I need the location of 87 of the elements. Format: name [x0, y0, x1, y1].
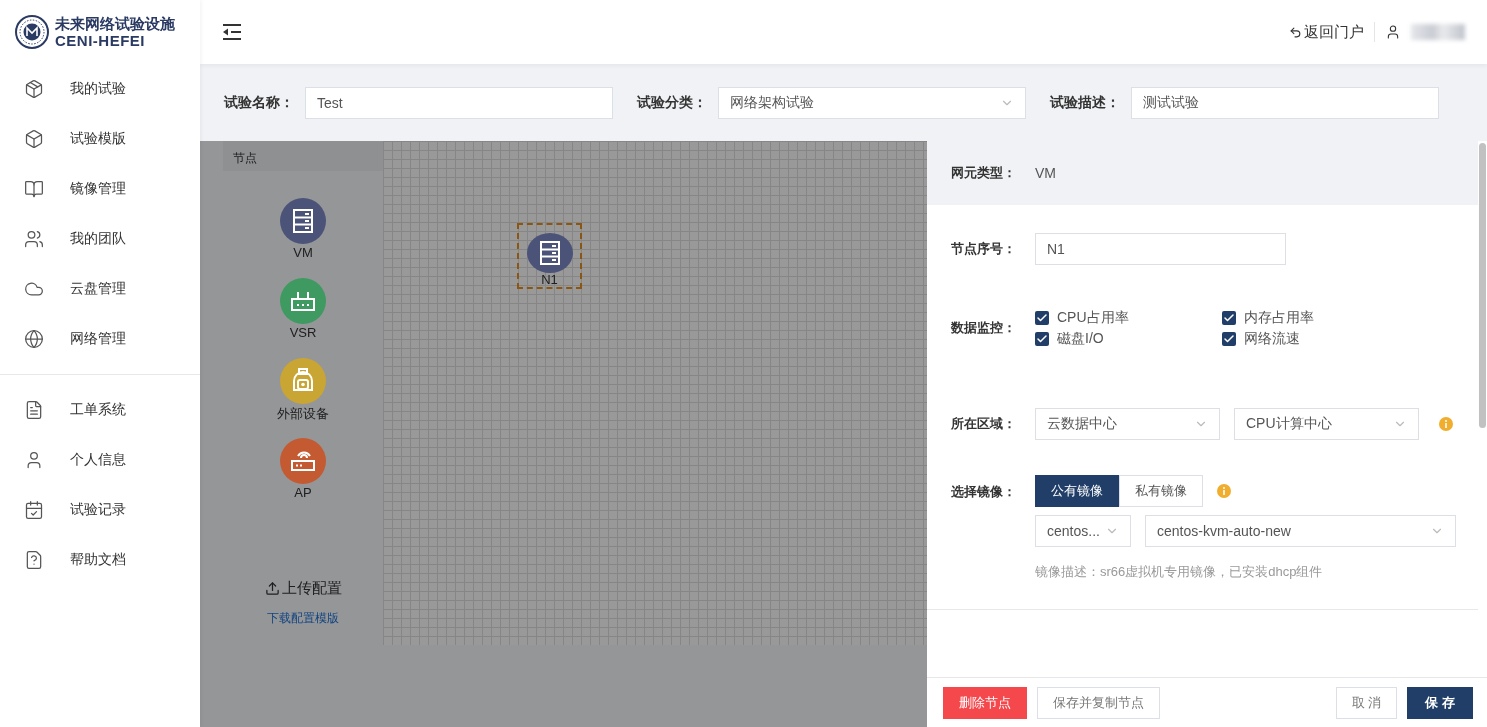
node-type-icon[interactable] — [280, 438, 326, 484]
back-to-portal-link[interactable]: 返回门户 — [1289, 22, 1364, 42]
field-label: 试验分类： — [637, 93, 708, 112]
checkbox[interactable] — [1222, 310, 1236, 325]
sidebar-item[interactable]: 云盘管理 — [0, 264, 200, 314]
sidebar-item-label: 试验模版 — [70, 130, 126, 148]
select-field[interactable]: 云数据中心 — [1035, 408, 1220, 440]
field-label: 所在区域： — [951, 415, 1017, 433]
sidebar-item[interactable]: 我的团队 — [0, 214, 200, 264]
sidebar-item-label: 镜像管理 — [70, 180, 126, 198]
logo-title: 未来网络试验设施 — [55, 16, 175, 31]
sidebar-item[interactable]: 试验记录 — [0, 485, 200, 535]
footer-button[interactable]: 保 存 — [1407, 686, 1473, 719]
sidebar-item[interactable]: 网络管理 — [0, 314, 200, 364]
sidebar-item-label: 云盘管理 — [70, 280, 126, 298]
nav-icon — [24, 550, 44, 570]
textarea-field[interactable]: 测试试验 — [1131, 86, 1439, 119]
checkbox[interactable] — [1222, 331, 1236, 346]
sidebar-item-label: 试验记录 — [70, 501, 126, 519]
image-tab[interactable]: 私有镜像 — [1119, 475, 1203, 507]
scrollbar-thumb[interactable] — [1479, 143, 1486, 428]
nav-icon — [24, 79, 44, 99]
field-label: 试验描述： — [1050, 93, 1121, 112]
sidebar-item[interactable]: 试验模版 — [0, 114, 200, 164]
router-icon — [289, 289, 317, 313]
sidebar-item-label: 网络管理 — [70, 330, 126, 348]
checkbox[interactable] — [1035, 331, 1049, 346]
check-icon — [1223, 311, 1235, 324]
node-type-label: VM — [293, 245, 313, 260]
user-icon[interactable] — [1385, 24, 1401, 40]
check-icon — [1223, 332, 1235, 345]
undo-icon — [1289, 25, 1302, 39]
node-type-icon[interactable] — [280, 198, 326, 244]
node-type-label: 外部设备 — [277, 405, 329, 423]
node-type-label: AP — [294, 485, 312, 500]
redacted-username — [1411, 24, 1465, 40]
sidebar-item-label: 个人信息 — [70, 451, 126, 469]
canvas-node[interactable]: N1 — [517, 223, 582, 289]
upload-icon — [264, 581, 280, 596]
upload-config-button[interactable]: 上传配置 — [264, 579, 342, 598]
node-type-icon[interactable] — [280, 358, 326, 404]
emblem-logo-icon — [15, 15, 49, 49]
footer-button[interactable]: 删除节点 — [943, 686, 1027, 719]
nav-icon — [24, 129, 44, 149]
image-description: 镜像描述：sr66虚拟机专用镜像，已安装dhcp组件 — [1035, 563, 1324, 581]
checkbox-option[interactable]: 内存占用率 — [1222, 308, 1402, 327]
field-label: 选择镜像： — [951, 483, 1017, 501]
checkbox-option[interactable]: 磁盘I/O — [1035, 329, 1222, 348]
checkbox[interactable] — [1035, 310, 1049, 325]
server-icon — [290, 208, 316, 234]
sidebar-item[interactable]: 我的试验 — [0, 64, 200, 114]
nav-icon — [24, 329, 44, 349]
select-field[interactable]: centos... — [1035, 515, 1131, 547]
image-tab[interactable]: 公有镜像 — [1035, 475, 1119, 507]
field-label: 试验名称： — [224, 93, 295, 112]
sidebar-item-label: 我的团队 — [70, 230, 126, 248]
footer-button[interactable]: 保存并复制节点 — [1037, 686, 1160, 719]
sidebar-item-label: 帮助文档 — [70, 551, 126, 569]
field-label: 网元类型： — [951, 164, 1017, 182]
nav-icon — [24, 500, 44, 520]
check-icon — [1036, 311, 1048, 324]
nav-icon — [24, 229, 44, 249]
input-field[interactable]: Test — [305, 86, 613, 119]
field-label: 数据监控： — [951, 319, 1017, 337]
collapse-menu-icon[interactable] — [222, 23, 242, 41]
checkbox-option[interactable]: CPU占用率 — [1035, 308, 1222, 327]
select-field[interactable]: 网络架构试验 — [718, 86, 1026, 119]
select-field[interactable]: centos-kvm-auto-new — [1145, 515, 1456, 547]
nav-icon — [24, 400, 44, 420]
footer-button[interactable]: 取 消 — [1335, 686, 1398, 719]
logo-subtitle: CENI-HEFEI — [55, 33, 146, 48]
sidebar-item[interactable]: 工单系统 — [0, 385, 200, 435]
select-field[interactable]: CPU计算中心 — [1234, 408, 1419, 440]
input-field[interactable]: N1 — [1035, 233, 1286, 265]
nav-icon — [24, 179, 44, 199]
check-icon — [1036, 332, 1048, 345]
sidebar-item[interactable]: 镜像管理 — [0, 164, 200, 214]
palette-title: 节点 — [223, 141, 383, 171]
sidebar-item-label: 工单系统 — [70, 401, 126, 419]
sidebar-item[interactable]: 帮助文档 — [0, 535, 200, 585]
node-type-label: VSR — [289, 325, 317, 340]
sidebar-item-label: 我的试验 — [70, 80, 126, 98]
node-type-icon[interactable] — [280, 278, 326, 324]
sidebar-item[interactable]: 个人信息 — [0, 435, 200, 485]
field-label: 节点序号： — [951, 240, 1017, 258]
checkbox-option[interactable]: 网络流速 — [1222, 329, 1402, 348]
node-type-value: VM — [1035, 165, 1056, 181]
